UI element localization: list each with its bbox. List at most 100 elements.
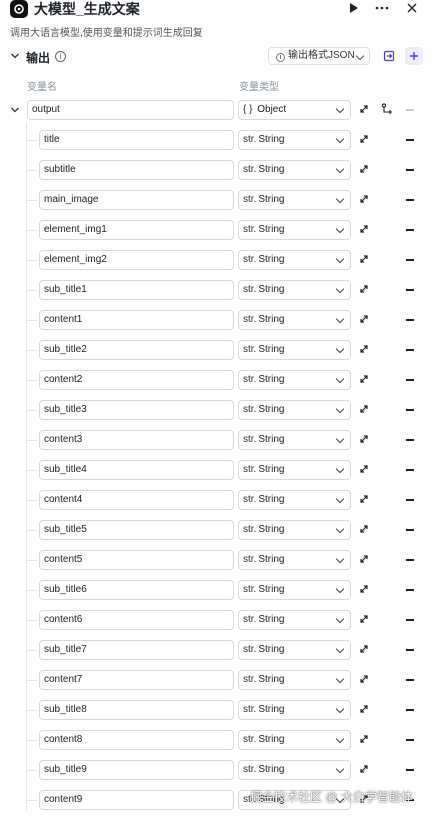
variable-name-input[interactable]: content1 xyxy=(39,310,234,330)
expand-icon[interactable] xyxy=(358,583,370,595)
remove-icon[interactable] xyxy=(406,259,414,261)
variable-type-select[interactable]: str. String xyxy=(238,310,351,330)
remove-icon[interactable] xyxy=(406,289,414,291)
chevron-down-icon[interactable] xyxy=(10,105,20,115)
variable-name-input[interactable]: sub_title2 xyxy=(39,340,234,360)
collapse-panel-icon[interactable] xyxy=(380,47,398,65)
expand-icon[interactable] xyxy=(358,133,370,145)
variable-type-select[interactable]: str. String xyxy=(238,490,351,510)
remove-icon[interactable] xyxy=(406,529,414,531)
remove-icon[interactable] xyxy=(406,619,414,621)
remove-icon[interactable] xyxy=(406,559,414,561)
expand-icon[interactable] xyxy=(358,493,370,505)
variable-type-select[interactable]: str. String xyxy=(238,280,351,300)
remove-icon[interactable] xyxy=(406,679,414,681)
variable-name-input[interactable]: sub_title4 xyxy=(39,460,234,480)
expand-icon[interactable] xyxy=(358,253,370,265)
remove-icon[interactable] xyxy=(406,349,414,351)
expand-icon[interactable] xyxy=(358,523,370,535)
variable-name-input[interactable]: content2 xyxy=(39,370,234,390)
variable-name-input[interactable]: main_image xyxy=(39,190,234,210)
variable-name-input[interactable]: sub_title8 xyxy=(39,700,234,720)
expand-icon[interactable] xyxy=(358,223,370,235)
variable-type-select[interactable]: str. String xyxy=(238,580,351,600)
remove-icon[interactable] xyxy=(406,409,414,411)
variable-type-select[interactable]: str. String xyxy=(238,730,351,750)
variable-type-select[interactable]: str. String xyxy=(238,520,351,540)
variable-name-input[interactable]: content3 xyxy=(39,430,234,450)
remove-icon[interactable] xyxy=(406,649,414,651)
variable-name-input[interactable]: sub_title7 xyxy=(39,640,234,660)
expand-icon[interactable] xyxy=(358,433,370,445)
more-icon[interactable] xyxy=(374,0,390,16)
remove-icon[interactable] xyxy=(406,709,414,711)
variable-type-select[interactable]: str. String xyxy=(238,670,351,690)
variable-name-input[interactable]: title xyxy=(39,130,234,150)
expand-icon[interactable] xyxy=(358,553,370,565)
expand-icon[interactable] xyxy=(358,673,370,685)
play-icon[interactable] xyxy=(346,0,362,16)
remove-icon[interactable] xyxy=(406,139,414,141)
variable-type-select[interactable]: { } Object xyxy=(238,100,351,120)
expand-icon[interactable] xyxy=(358,643,370,655)
variable-name-input[interactable]: subtitle xyxy=(39,160,234,180)
expand-icon[interactable] xyxy=(358,463,370,475)
variable-name-input[interactable]: sub_title9 xyxy=(39,760,234,780)
variable-type-select[interactable]: str. String xyxy=(238,220,351,240)
variable-type-select[interactable]: str. String xyxy=(238,760,351,780)
remove-icon[interactable] xyxy=(406,499,414,501)
variable-name-input[interactable]: element_img2 xyxy=(39,250,234,270)
variable-type-select[interactable]: str. String xyxy=(238,340,351,360)
variable-type-select[interactable]: str. String xyxy=(238,550,351,570)
expand-icon[interactable] xyxy=(358,193,370,205)
variable-name-input[interactable]: element_img1 xyxy=(39,220,234,240)
variable-name-input[interactable]: sub_title6 xyxy=(39,580,234,600)
remove-icon[interactable] xyxy=(406,169,414,171)
variable-type-select[interactable]: str. String xyxy=(238,190,351,210)
variable-name-input[interactable]: sub_title5 xyxy=(39,520,234,540)
close-icon[interactable] xyxy=(404,0,420,16)
variable-type-select[interactable]: str. String xyxy=(238,700,351,720)
remove-icon[interactable] xyxy=(406,229,414,231)
remove-icon[interactable] xyxy=(406,739,414,741)
remove-icon[interactable] xyxy=(406,469,414,471)
variable-type-select[interactable]: str. String xyxy=(238,400,351,420)
add-icon[interactable] xyxy=(405,47,423,65)
variable-type-select[interactable]: str. String xyxy=(238,160,351,180)
node-title[interactable]: 大模型_生成文案 xyxy=(34,0,140,18)
variable-type-select[interactable]: str. String xyxy=(238,610,351,630)
expand-icon[interactable] xyxy=(358,283,370,295)
expand-icon[interactable] xyxy=(358,373,370,385)
expand-icon[interactable] xyxy=(358,103,370,115)
variable-name-input[interactable]: content7 xyxy=(39,670,234,690)
variable-type-select[interactable]: str. String xyxy=(238,370,351,390)
info-icon[interactable]: i xyxy=(55,51,66,62)
variable-name-input[interactable]: content4 xyxy=(39,490,234,510)
variable-name-input[interactable]: output xyxy=(27,100,234,120)
output-format-select[interactable]: i 输出格式JSON xyxy=(268,47,370,65)
chevron-down-icon[interactable] xyxy=(10,51,20,61)
remove-icon[interactable] xyxy=(406,199,414,201)
expand-icon[interactable] xyxy=(358,763,370,775)
expand-icon[interactable] xyxy=(358,403,370,415)
variable-name-input[interactable]: content8 xyxy=(39,730,234,750)
variable-name-input[interactable]: sub_title3 xyxy=(39,400,234,420)
expand-icon[interactable] xyxy=(358,163,370,175)
variable-type-select[interactable]: str. String xyxy=(238,250,351,270)
variable-type-select[interactable]: str. String xyxy=(238,640,351,660)
remove-icon[interactable] xyxy=(406,589,414,591)
expand-icon[interactable] xyxy=(358,703,370,715)
remove-icon[interactable] xyxy=(406,379,414,381)
remove-icon[interactable] xyxy=(406,319,414,321)
remove-icon[interactable] xyxy=(406,769,414,771)
expand-icon[interactable] xyxy=(358,613,370,625)
variable-type-select[interactable]: str. String xyxy=(238,460,351,480)
remove-icon[interactable] xyxy=(406,439,414,441)
remove-icon[interactable] xyxy=(406,109,414,111)
expand-icon[interactable] xyxy=(358,733,370,745)
expand-icon[interactable] xyxy=(358,343,370,355)
variable-name-input[interactable]: sub_title1 xyxy=(39,280,234,300)
variable-name-input[interactable]: content5 xyxy=(39,550,234,570)
expand-icon[interactable] xyxy=(358,313,370,325)
variable-type-select[interactable]: str. String xyxy=(238,430,351,450)
